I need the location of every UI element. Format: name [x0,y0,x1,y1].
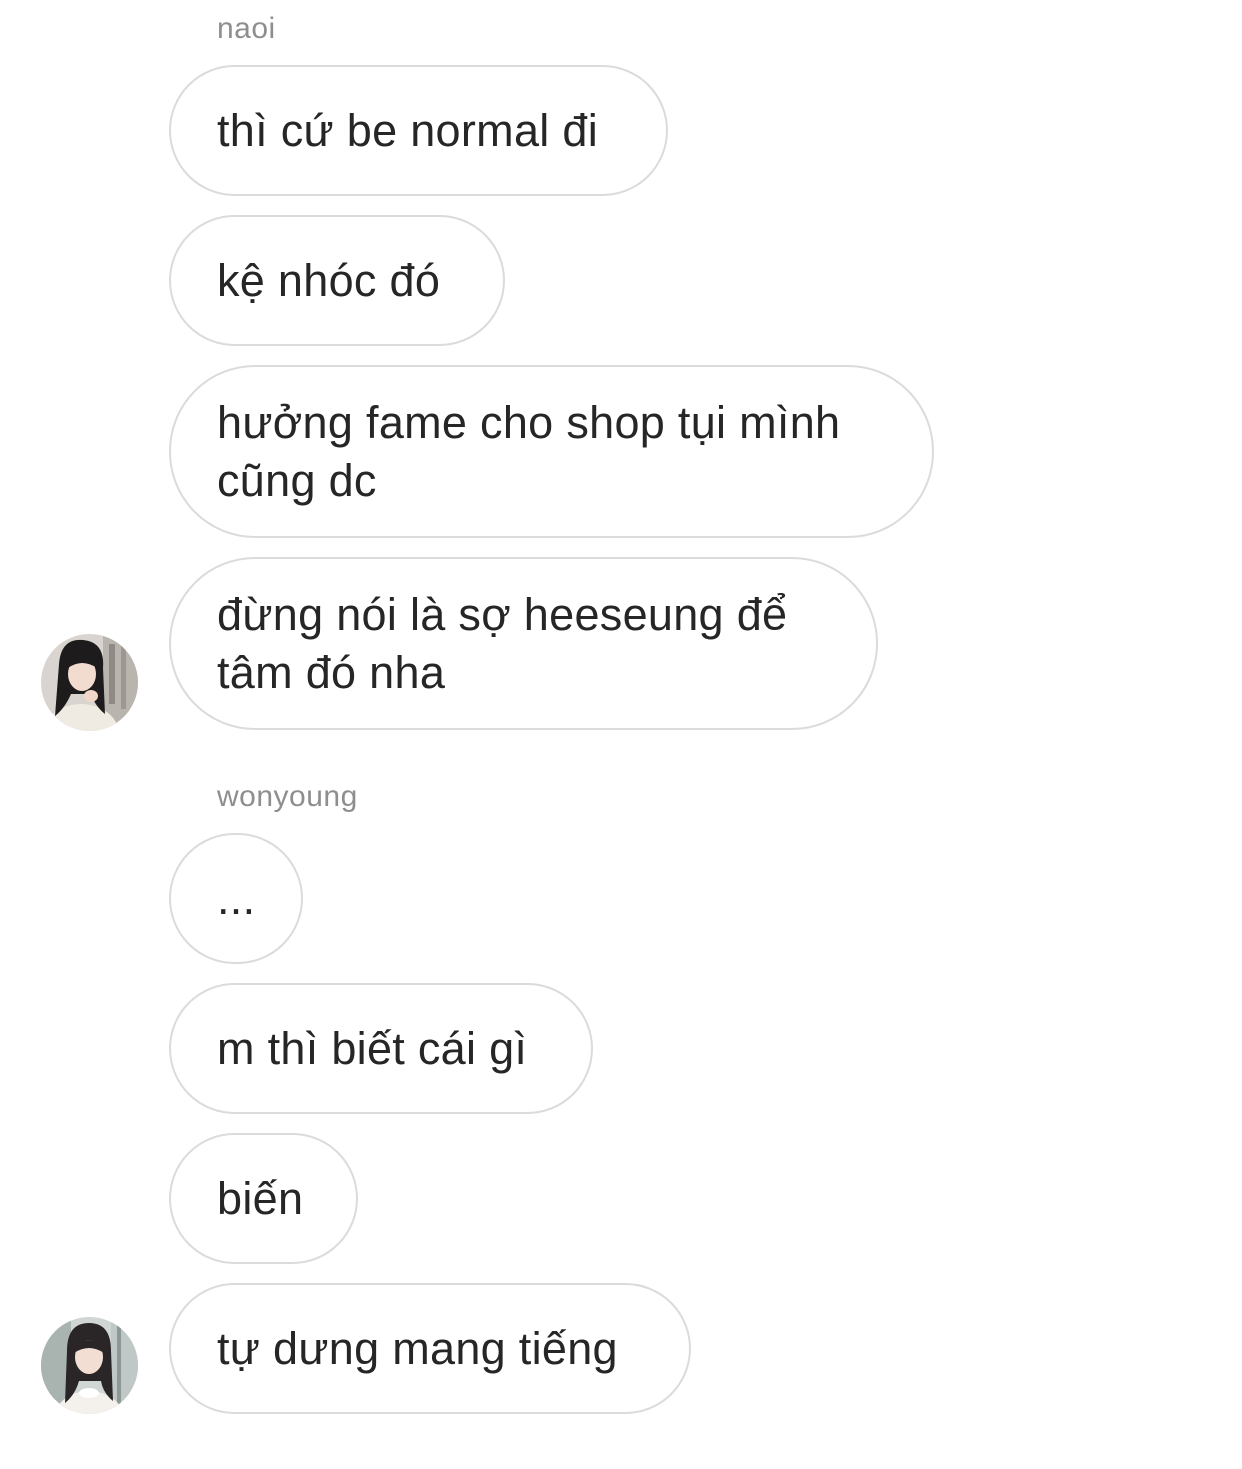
profile-photo-icon [41,1317,138,1414]
message-bubble[interactable]: kệ nhóc đó [169,215,505,346]
message-text: m thì biết cái gì [217,1022,528,1074]
message-bubble[interactable]: tự dưng mang tiếng [169,1283,691,1414]
message-text: kệ nhóc đó [217,254,441,306]
message-text: ... [217,872,256,924]
message-text: tự dưng mang tiếng [217,1322,618,1374]
avatar[interactable] [41,634,138,731]
message-bubble[interactable]: đừng nói là sợ heeseung để tâm đó nha [169,557,878,730]
message-text: đừng nói là sợ heeseung để tâm đó nha [217,588,788,698]
message-bubble[interactable]: ... [169,833,303,964]
message-text: biến [217,1172,304,1224]
profile-photo-icon [41,634,138,731]
sender-label: wonyoung [217,780,358,813]
message-text: hưởng fame cho shop tụi mình cũng dc [217,396,841,506]
sender-label: naoi [217,12,276,45]
message-bubble[interactable]: m thì biết cái gì [169,983,593,1114]
message-text: thì cứ be normal đi [217,104,598,156]
avatar[interactable] [41,1317,138,1414]
message-bubble[interactable]: thì cứ be normal đi [169,65,668,196]
message-bubble[interactable]: biến [169,1133,358,1264]
message-bubble[interactable]: hưởng fame cho shop tụi mình cũng dc [169,365,934,538]
